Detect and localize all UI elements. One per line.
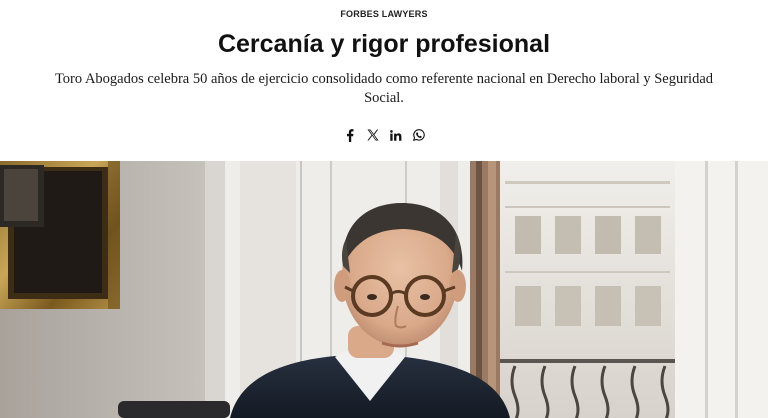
whatsapp-icon [412,129,425,141]
article-title: Cercanía y rigor profesional [217,30,551,58]
share-x-button[interactable] [366,127,379,143]
linkedin-icon [389,129,401,141]
article-kicker[interactable]: FORBES LAWYERS [0,9,768,19]
hero-photo [0,161,768,418]
share-whatsapp-button[interactable] [412,127,425,143]
x-icon [366,129,379,141]
share-facebook-button[interactable] [343,127,356,143]
portrait-photo [0,161,768,418]
share-linkedin-button[interactable] [389,127,402,143]
share-bar [0,127,768,143]
facebook-icon [346,128,353,142]
article-subtitle: Toro Abogados celebra 50 años de ejercic… [54,71,714,106]
